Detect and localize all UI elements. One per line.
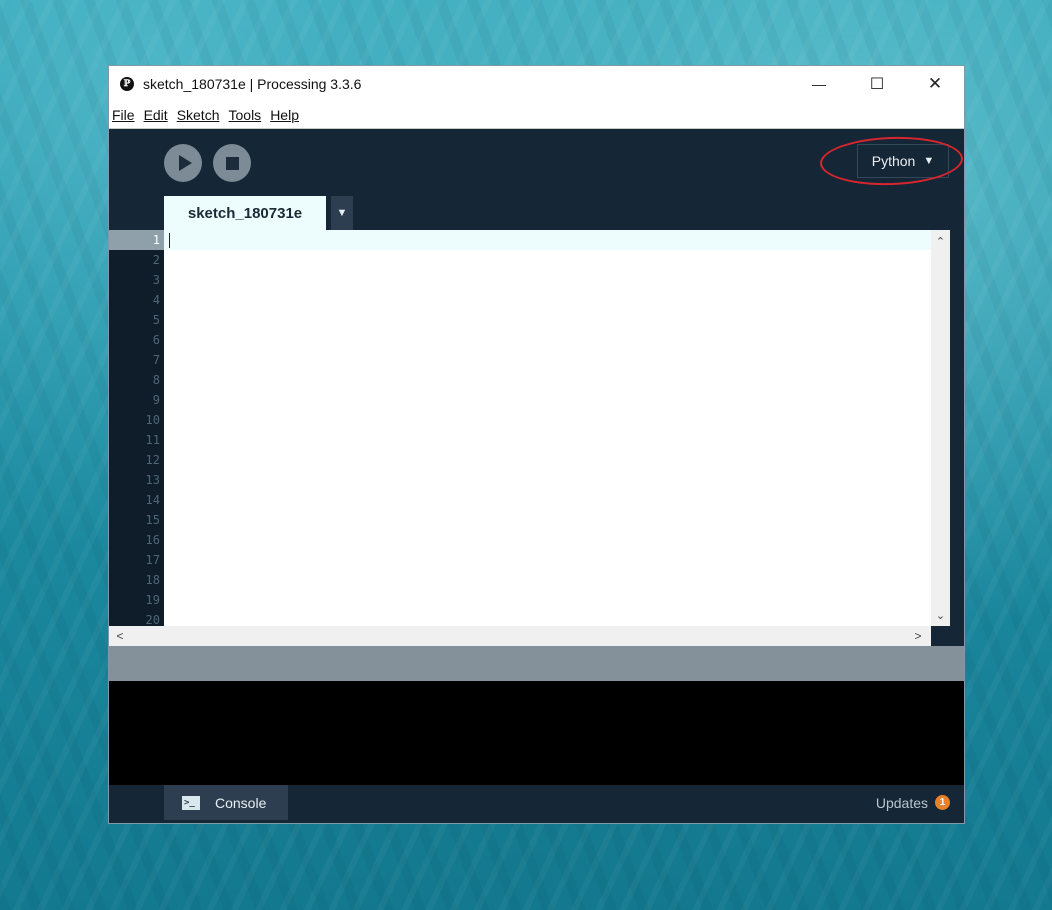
window-controls: — ☐ ✕: [790, 66, 964, 102]
line-number: 19: [145, 593, 160, 607]
line-number: 11: [145, 433, 160, 447]
line-number: 5: [152, 313, 160, 327]
line-number: 20: [145, 613, 160, 626]
line-number: 12: [145, 453, 160, 467]
line-number: 4: [152, 293, 160, 307]
menu-file[interactable]: File: [112, 107, 135, 123]
line-number: 2: [152, 253, 160, 267]
line-number: 18: [145, 573, 160, 587]
line-number: 8: [152, 373, 160, 387]
scrollbar-corner: [931, 626, 964, 646]
window-title: sketch_180731e | Processing 3.3.6: [143, 76, 362, 92]
line-number: 15: [145, 513, 160, 527]
console-tab-label: Console: [215, 794, 267, 811]
scroll-right-icon[interactable]: >: [909, 626, 927, 646]
menu-help[interactable]: Help: [270, 107, 299, 123]
line-number: 6: [152, 333, 160, 347]
console-output: [109, 681, 964, 785]
updates-label: Updates: [875, 794, 928, 811]
menu-tools[interactable]: Tools: [229, 107, 262, 123]
tab-menu-button[interactable]: ▼: [331, 196, 353, 230]
vertical-scrollbar[interactable]: ⌃ ⌄: [931, 230, 950, 626]
line-number: 10: [145, 413, 160, 427]
tab-sketch[interactable]: sketch_180731e: [164, 196, 326, 230]
menu-edit[interactable]: Edit: [144, 107, 168, 123]
horizontal-scrollbar[interactable]: < >: [109, 626, 931, 646]
updates-badge: 1: [935, 795, 950, 810]
close-button[interactable]: ✕: [906, 66, 964, 102]
processing-app-icon: ℙ: [120, 77, 134, 91]
line-number: 7: [152, 353, 160, 367]
play-icon: [178, 155, 192, 171]
menu-bar: File Edit Sketch Tools Help: [109, 102, 964, 129]
line-number: 9: [152, 393, 160, 407]
minimize-button[interactable]: —: [790, 66, 848, 102]
stop-icon: [225, 156, 239, 170]
scroll-up-icon[interactable]: ⌃: [931, 232, 950, 250]
title-bar[interactable]: ℙ sketch_180731e | Processing 3.3.6 — ☐ …: [109, 66, 964, 102]
tab-bar: sketch_180731e ▼: [109, 195, 964, 230]
terminal-icon: >_: [182, 795, 200, 810]
maximize-button[interactable]: ☐: [848, 66, 906, 102]
stop-button[interactable]: [213, 144, 251, 182]
line-number: 1: [109, 230, 164, 250]
line-number: 16: [145, 533, 160, 547]
text-caret: [169, 233, 170, 248]
line-number: 13: [145, 473, 160, 487]
console-tab[interactable]: >_ Console: [164, 785, 288, 820]
console-divider[interactable]: [109, 646, 964, 681]
processing-window: ℙ sketch_180731e | Processing 3.3.6 — ☐ …: [108, 65, 965, 824]
code-text-area[interactable]: [164, 230, 931, 626]
code-editor: 1 2 3 4 5 6 7 8 9 10 11 12 13 14 15 16 1…: [109, 230, 964, 626]
run-button[interactable]: [164, 144, 202, 182]
line-number-gutter: 1 2 3 4 5 6 7 8 9 10 11 12 13 14 15 16 1…: [109, 230, 164, 626]
toolbar: Python ▼: [109, 129, 964, 195]
current-line-highlight: [164, 230, 931, 250]
footer-bar: >_ Console Updates 1: [109, 785, 964, 823]
scroll-left-icon[interactable]: <: [111, 626, 129, 646]
red-annotation-circle: [819, 134, 964, 188]
line-number: 17: [145, 553, 160, 567]
menu-sketch[interactable]: Sketch: [177, 107, 220, 123]
scroll-down-icon[interactable]: ⌄: [931, 606, 950, 624]
updates-button[interactable]: Updates 1: [876, 785, 950, 820]
line-number: 3: [152, 273, 160, 287]
line-number: 14: [145, 493, 160, 507]
